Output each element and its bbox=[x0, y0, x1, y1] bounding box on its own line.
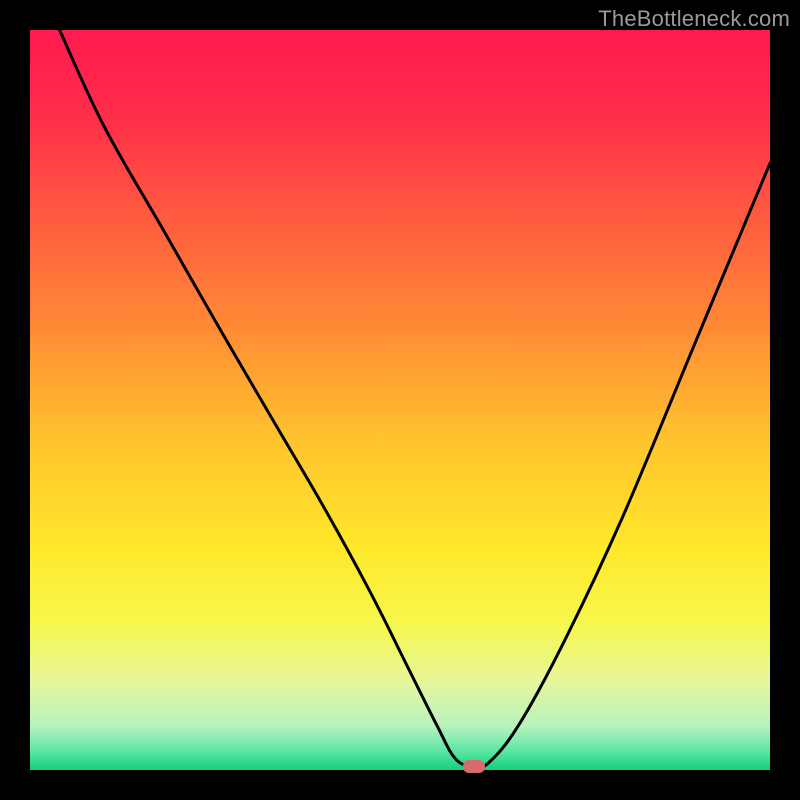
plot-background bbox=[30, 30, 770, 770]
watermark: TheBottleneck.com bbox=[598, 6, 790, 32]
optimal-marker bbox=[463, 760, 486, 773]
bottleneck-plot bbox=[30, 30, 770, 770]
chart-frame: TheBottleneck.com bbox=[0, 0, 800, 800]
